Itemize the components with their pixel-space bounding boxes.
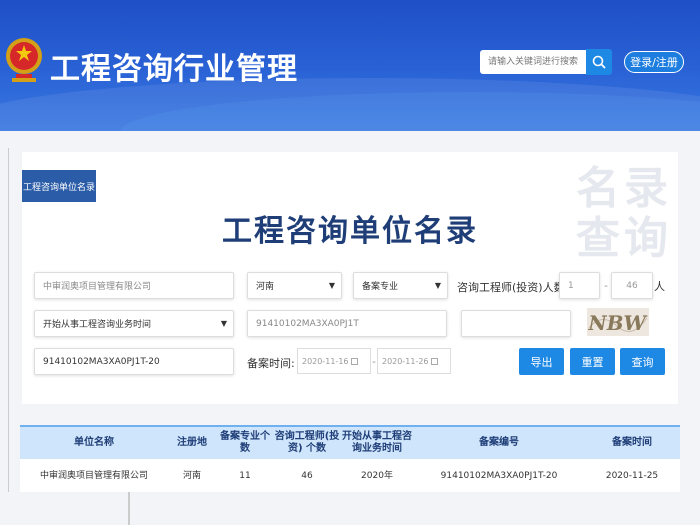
column-header: 备案编号 <box>479 437 519 448</box>
date-from-value: 2020-11-16 <box>302 356 349 366</box>
query-button[interactable]: 查询 <box>620 348 665 375</box>
table-cell: 2020-11-25 <box>605 470 659 481</box>
column-header: 注册地 <box>177 437 207 448</box>
engineer-count-label: 咨询工程师(投资)人数: <box>457 281 569 294</box>
calendar-icon <box>430 357 438 365</box>
calendar-icon <box>350 357 358 365</box>
table-cell: 河南 <box>182 470 201 481</box>
specialty-select[interactable]: 备案专业 ▼ <box>353 272 448 299</box>
date-dash: - <box>372 355 376 368</box>
page-footer <box>0 492 700 525</box>
date-to-input[interactable]: 2020-11-26 <box>377 348 451 374</box>
table-cell: 中审润奥项目管理有限公司 <box>39 470 148 481</box>
chevron-down-icon: ▼ <box>220 319 227 328</box>
engineer-unit: 人 <box>654 280 665 293</box>
table-cell: 46 <box>301 470 313 481</box>
search-icon <box>592 55 606 69</box>
captcha-image[interactable]: NBW <box>587 308 649 336</box>
region-value: 河南 <box>256 282 275 292</box>
site-title: 工程咨询行业管理 <box>50 52 298 87</box>
site-header: 工程咨询行业管理 登录/注册 <box>0 0 700 131</box>
national-emblem-icon <box>6 38 42 82</box>
table-cell: 91410102MA3XA0PJ1T-20 <box>440 470 558 481</box>
table-row[interactable]: 中审润奥项目管理有限公司 河南 11 46 2020年 91410102MA3X… <box>20 459 680 493</box>
table-cell: 11 <box>239 470 251 481</box>
search-input[interactable] <box>480 50 586 74</box>
results-table: 单位名称 注册地 备案专业个数 咨询工程师(投资) 个数 开始从事工程咨询业务时… <box>20 425 680 493</box>
start-time-value: 开始从事工程咨询业务时间 <box>43 320 152 330</box>
record-number-input[interactable]: 91410102MA3XA0PJ1T-20 <box>34 348 234 375</box>
chevron-down-icon: ▼ <box>328 281 335 290</box>
credit-code-input[interactable]: 91410102MA3XA0PJ1T <box>247 310 447 337</box>
range-dash: - <box>604 279 608 292</box>
column-header: 开始从事工程咨询业务时间 <box>342 431 412 454</box>
divider <box>8 148 9 525</box>
login-register-button[interactable]: 登录/注册 <box>624 51 684 73</box>
reset-button[interactable]: 重置 <box>570 348 615 375</box>
date-from-input[interactable]: 2020-11-16 <box>297 348 371 374</box>
column-header: 备案时间 <box>612 437 652 448</box>
region-select[interactable]: 河南 ▼ <box>247 272 342 299</box>
chevron-down-icon: ▼ <box>434 281 441 290</box>
specialty-value: 备案专业 <box>362 282 399 292</box>
captcha-text: NBW <box>587 311 648 335</box>
start-time-select[interactable]: 开始从事工程咨询业务时间 ▼ <box>34 310 234 337</box>
table-header: 单位名称 注册地 备案专业个数 咨询工程师(投资) 个数 开始从事工程咨询业务时… <box>20 425 680 459</box>
page-title: 工程咨询单位名录 <box>222 214 478 249</box>
company-name-input[interactable]: 中审润奥项目管理有限公司 <box>34 272 234 299</box>
column-header: 备案专业个数 <box>220 431 270 454</box>
export-button[interactable]: 导出 <box>519 348 564 375</box>
divider <box>128 492 130 525</box>
panel-tab[interactable]: 工程咨询单位名录 <box>22 170 96 202</box>
column-header: 咨询工程师(投资) 个数 <box>274 431 340 454</box>
search-button[interactable] <box>586 49 612 75</box>
engineer-min-input[interactable]: 1 <box>559 272 600 299</box>
record-time-label: 备案时间: <box>247 357 295 370</box>
table-cell: 2020年 <box>361 470 393 481</box>
column-header: 单位名称 <box>74 437 114 448</box>
captcha-input[interactable] <box>461 310 571 337</box>
date-to-value: 2020-11-26 <box>382 356 429 366</box>
engineer-max-input[interactable]: 46 <box>611 272 653 299</box>
